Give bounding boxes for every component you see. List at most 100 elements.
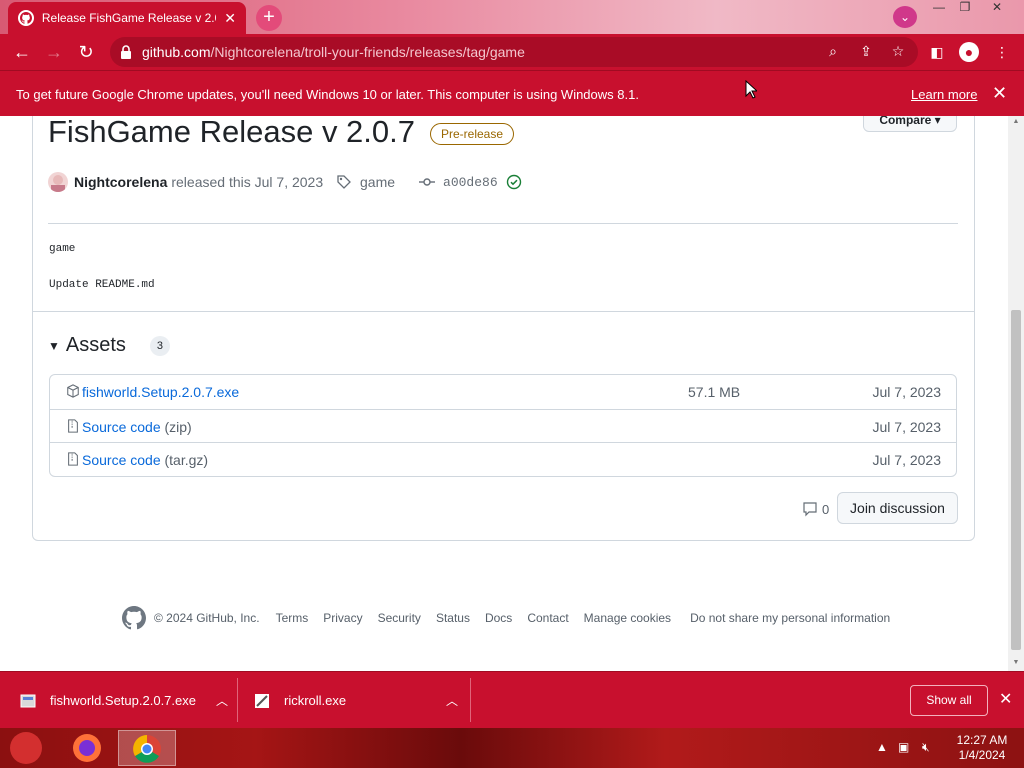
shelf-close-icon[interactable]: ✕ [999, 689, 1012, 709]
download-shelf: fishworld.Setup.2.0.7.exe ︿ rickroll.exe… [0, 671, 1024, 728]
lock-icon [121, 45, 131, 59]
tag-link[interactable]: game [360, 174, 395, 190]
commit-icon [419, 178, 436, 186]
asset-name: Source code [82, 452, 161, 468]
released-text: released this Jul 7, 2023 [171, 174, 324, 190]
file-zip-icon [68, 418, 78, 433]
tab-title: Release FishGame Release v 2.0.7 [41, 11, 217, 25]
browser-toolbar: ← → ↻ github.com/Nightcorelena/troll-you… [0, 34, 1024, 70]
comment-count-value: 0 [822, 501, 830, 517]
asset-name-link[interactable]: fishworld.Setup.2.0.7.exe [82, 384, 239, 400]
browser-title-bar: Release FishGame Release v 2.0.7 ✕ + ⌄ —… [0, 0, 1024, 34]
forward-arrow-icon[interactable]: → [42, 40, 66, 64]
assets-count-badge: 3 [149, 335, 170, 356]
page-scrollbar[interactable]: ▲ ▼ [1008, 116, 1024, 671]
release-title: FishGame Release v 2.0.7 [48, 116, 416, 149]
compare-label: Compare [879, 116, 932, 127]
download-item[interactable]: fishworld.Setup.2.0.7.exe ︿ [20, 672, 228, 729]
release-body-line: Update README.md [49, 279, 155, 291]
mouse-cursor-icon [745, 80, 757, 99]
address-bar[interactable]: github.com/Nightcorelena/troll-your-frie… [110, 37, 918, 67]
footer-link-contact[interactable]: Contact [527, 611, 568, 625]
download-item[interactable]: rickroll.exe ︿ [254, 672, 458, 729]
assets-heading: Assets [65, 334, 126, 356]
reload-icon[interactable]: ↻ [74, 40, 98, 64]
chrome-taskbar-icon[interactable] [118, 730, 176, 766]
asset-date: Jul 7, 2023 [872, 384, 942, 400]
tray-expand-icon[interactable]: ▲ [876, 740, 888, 754]
author-avatar[interactable] [48, 172, 68, 192]
compare-dropdown[interactable]: Compare ▾ [863, 116, 957, 132]
tab-close-icon[interactable]: ✕ [224, 10, 236, 27]
github-logo-icon[interactable] [122, 606, 146, 630]
footer-link-security[interactable]: Security [378, 611, 421, 625]
release-body-line: game [49, 243, 76, 255]
github-favicon-icon [18, 10, 34, 26]
scrollbar-thumb[interactable] [1011, 310, 1021, 650]
volume-muted-icon[interactable]: 🔇︎ [922, 740, 930, 755]
divider [33, 311, 974, 312]
window-close-button[interactable]: ✕ [984, 0, 1010, 18]
infobar-message: To get future Google Chrome updates, you… [16, 87, 639, 102]
asset-name-link[interactable]: Source code (zip) [82, 419, 192, 435]
commit-link[interactable]: a00de86 [443, 175, 498, 190]
side-panel-icon[interactable]: ◧ [927, 42, 947, 62]
bookmark-star-icon[interactable]: ☆ [889, 42, 907, 60]
minimize-button[interactable]: — [926, 0, 952, 18]
package-icon [67, 384, 79, 398]
file-zip-icon [68, 452, 78, 466]
footer-link-docs[interactable]: Docs [485, 611, 512, 625]
tag-icon [337, 175, 351, 189]
asset-size: 57.1 MB [688, 384, 741, 400]
page-footer: © 2024 GitHub, Inc. Terms Privacy Securi… [122, 606, 890, 630]
back-arrow-icon[interactable]: ← [10, 40, 34, 64]
asset-row[interactable]: fishworld.Setup.2.0.7.exe 57.1 MB Jul 7,… [50, 375, 956, 409]
menu-kebab-icon[interactable]: ⋮ [992, 42, 1012, 62]
verified-check-icon[interactable] [506, 174, 522, 190]
firefox-taskbar-icon[interactable] [58, 730, 116, 766]
url-path: /Nightcorelena/troll-your-friends/releas… [210, 44, 525, 60]
restore-button[interactable]: ❐ [952, 0, 978, 18]
footer-link-do-not-share[interactable]: Do not share my personal information [690, 611, 890, 625]
profile-avatar-icon[interactable]: ● [959, 42, 979, 62]
footer-link-status[interactable]: Status [436, 611, 470, 625]
taskbar-clock[interactable]: 12:27 AM 1/4/2024 [952, 733, 1012, 763]
join-discussion-button[interactable]: Join discussion [837, 492, 958, 524]
search-icon[interactable]: ⌕ [824, 42, 842, 60]
footer-copyright: © 2024 GitHub, Inc. [154, 611, 260, 625]
page-content: FishGame Release v 2.0.7 Pre-release Com… [0, 116, 1008, 671]
browser-tab-active[interactable]: Release FishGame Release v 2.0.7 ✕ [8, 2, 246, 34]
new-tab-button[interactable]: + [256, 5, 282, 31]
asset-sub: (zip) [160, 418, 192, 435]
comments-count[interactable]: 0 [802, 501, 829, 517]
infobar-close-icon[interactable]: ✕ [992, 83, 1007, 104]
show-all-downloads-button[interactable]: Show all [910, 685, 988, 716]
assets-toggle[interactable]: ▼ Assets 3 [48, 334, 170, 357]
scroll-up-icon[interactable]: ▲ [1008, 118, 1024, 125]
chrome-update-infobar: To get future Google Chrome updates, you… [0, 70, 1024, 116]
clock-date: 1/4/2024 [958, 748, 1006, 762]
chevron-up-icon[interactable]: ︿ [216, 692, 228, 709]
footer-link-manage-cookies[interactable]: Manage cookies [584, 611, 671, 625]
asset-name-link[interactable]: Source code (tar.gz) [82, 452, 208, 468]
network-icon[interactable]: ▣ [898, 740, 909, 754]
installer-file-icon [20, 694, 36, 707]
scroll-down-icon[interactable]: ▼ [1008, 659, 1024, 666]
prerelease-badge: Pre-release [430, 123, 515, 145]
tab-search-chevron-icon[interactable]: ⌄ [893, 6, 917, 28]
learn-more-link[interactable]: Learn more [911, 87, 977, 102]
tag-commit-row: game a00de86 [336, 174, 522, 190]
asset-date: Jul 7, 2023 [872, 418, 942, 435]
divider [48, 223, 958, 224]
footer-link-terms[interactable]: Terms [276, 611, 309, 625]
windows-taskbar: ▲ ▣ 🔇︎ 12:27 AM 1/4/2024 [0, 728, 1024, 768]
asset-row[interactable]: Source code (tar.gz) Jul 7, 2023 [50, 442, 956, 476]
chevron-up-icon[interactable]: ︿ [446, 692, 458, 709]
footer-link-privacy[interactable]: Privacy [323, 611, 362, 625]
share-icon[interactable]: ⇪ [857, 42, 875, 60]
assets-list: fishworld.Setup.2.0.7.exe 57.1 MB Jul 7,… [49, 374, 957, 477]
start-button-icon[interactable] [10, 732, 42, 764]
author-link[interactable]: Nightcorelena [74, 174, 167, 190]
asset-row[interactable]: Source code (zip) Jul 7, 2023 [50, 408, 956, 443]
download-filename: fishworld.Setup.2.0.7.exe [50, 693, 196, 708]
